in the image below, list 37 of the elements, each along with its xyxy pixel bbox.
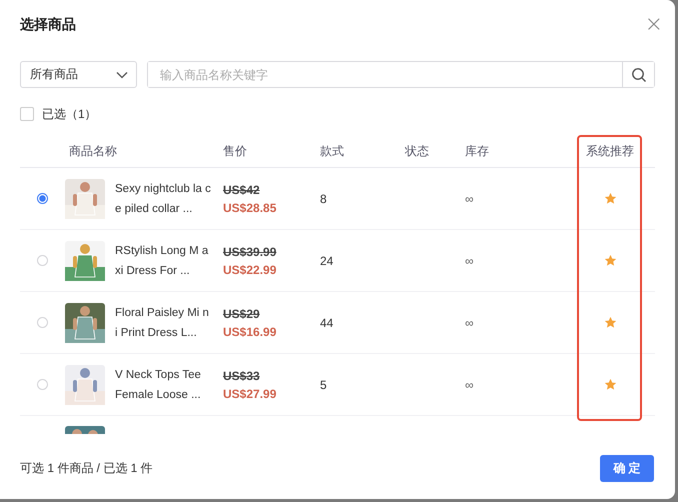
product-name: RStylish Long M axi Dress For ... — [115, 244, 210, 278]
table-cell: ∞ — [465, 254, 474, 268]
search-icon — [630, 66, 646, 82]
column-header: 商品名称 — [69, 144, 117, 158]
table-cell: 44 — [320, 316, 334, 330]
product-name: Floral Paisley Mi ni Print Dress L... — [115, 306, 210, 340]
table-cell: ∞ — [465, 192, 474, 206]
original-price: US$39.99 — [223, 244, 278, 260]
confirm-button[interactable]: 确 定 — [600, 454, 654, 482]
column-header: 系统推荐 — [586, 142, 634, 160]
sale-price: US$27.99 — [223, 386, 278, 402]
search-button[interactable] — [622, 62, 654, 87]
selection-summary: 可选 1 件商品 / 已选 1 件 — [20, 460, 153, 476]
sale-price: US$16.99 — [223, 324, 278, 340]
caret-icon — [116, 70, 128, 78]
table-cell: 5 — [320, 378, 327, 392]
original-price: US$42 — [223, 182, 261, 198]
original-price: US$29 — [223, 306, 261, 322]
column-header: 状态 — [405, 144, 429, 158]
dialog-title: 选择商品 — [20, 16, 76, 34]
table-cell: 24 — [320, 254, 334, 268]
sale-price: US$22.99 — [223, 262, 278, 278]
column-header: 库存 — [465, 144, 489, 158]
product-name: Sexy nightclub la ce piled collar ... — [115, 182, 211, 216]
original-price: US$33 — [223, 368, 261, 384]
column-header: 售价 — [223, 144, 247, 158]
sale-price: US$28.85 — [223, 200, 278, 216]
product-name: V Neck Tops Tee Female Loose ... — [115, 368, 202, 402]
table-cell: 8 — [320, 192, 327, 206]
close-button[interactable]: × — [644, 14, 663, 36]
checkbox[interactable] — [20, 107, 34, 121]
table-cell: ∞ — [465, 378, 474, 392]
checkbox-label: 已选（1） — [42, 106, 97, 122]
table-cell: ∞ — [465, 316, 474, 330]
category-dropdown[interactable]: 所有商品 — [20, 61, 137, 88]
radio-button[interactable] — [37, 193, 48, 204]
column-header: 款式 — [320, 144, 344, 158]
